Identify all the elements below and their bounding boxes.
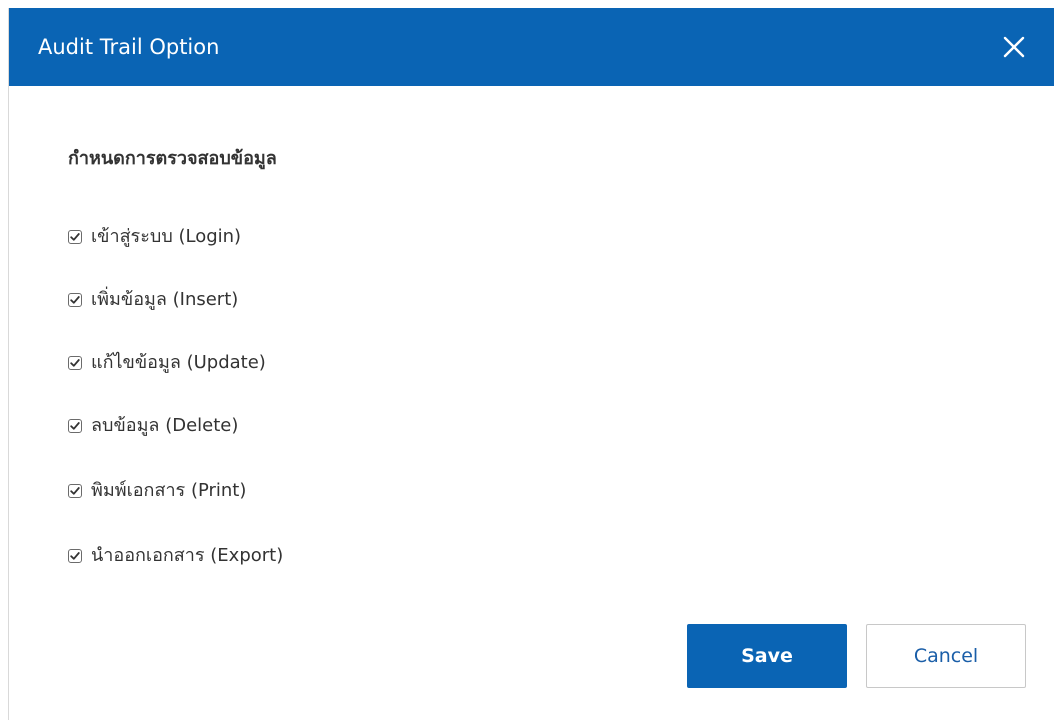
checkmark-icon <box>70 359 80 367</box>
option-label: เพิ่มข้อมูล (Insert) <box>91 289 239 310</box>
dialog-header: Audit Trail Option <box>9 8 1054 86</box>
checkbox-insert[interactable] <box>68 293 82 307</box>
checkbox-print[interactable] <box>68 484 82 498</box>
option-label: ลบข้อมูล (Delete) <box>91 415 239 436</box>
option-insert[interactable]: เพิ่มข้อมูล (Insert) <box>68 287 238 313</box>
checkmark-icon <box>70 233 80 241</box>
option-update[interactable]: แก้ไขข้อมูล (Update) <box>68 350 266 376</box>
checkbox-login[interactable] <box>68 230 82 244</box>
audit-trail-dialog: Audit Trail Option กำหนดการตรวจสอบข้อมูล… <box>8 8 1054 720</box>
checkmark-icon <box>70 422 80 430</box>
checkbox-delete[interactable] <box>68 419 82 433</box>
checkbox-export[interactable] <box>68 549 82 563</box>
option-export[interactable]: นำออกเอกสาร (Export) <box>68 543 283 569</box>
option-label: เข้าสู่ระบบ (Login) <box>91 226 242 247</box>
option-label: นำออกเอกสาร (Export) <box>91 545 284 566</box>
close-icon <box>1003 36 1025 58</box>
checkmark-icon <box>70 296 80 304</box>
option-label: พิมพ์เอกสาร (Print) <box>91 480 247 501</box>
checkmark-icon <box>70 552 80 560</box>
checkmark-icon <box>70 487 80 495</box>
option-login[interactable]: เข้าสู่ระบบ (Login) <box>68 224 241 250</box>
option-label: แก้ไขข้อมูล (Update) <box>91 352 266 373</box>
section-heading: กำหนดการตรวจสอบข้อมูล <box>68 148 277 169</box>
close-button[interactable] <box>997 30 1031 64</box>
option-delete[interactable]: ลบข้อมูล (Delete) <box>68 413 238 439</box>
option-print[interactable]: พิมพ์เอกสาร (Print) <box>68 478 246 504</box>
dialog-title: Audit Trail Option <box>38 35 220 59</box>
checkbox-update[interactable] <box>68 356 82 370</box>
save-button[interactable]: Save <box>687 624 847 688</box>
cancel-button[interactable]: Cancel <box>866 624 1026 688</box>
